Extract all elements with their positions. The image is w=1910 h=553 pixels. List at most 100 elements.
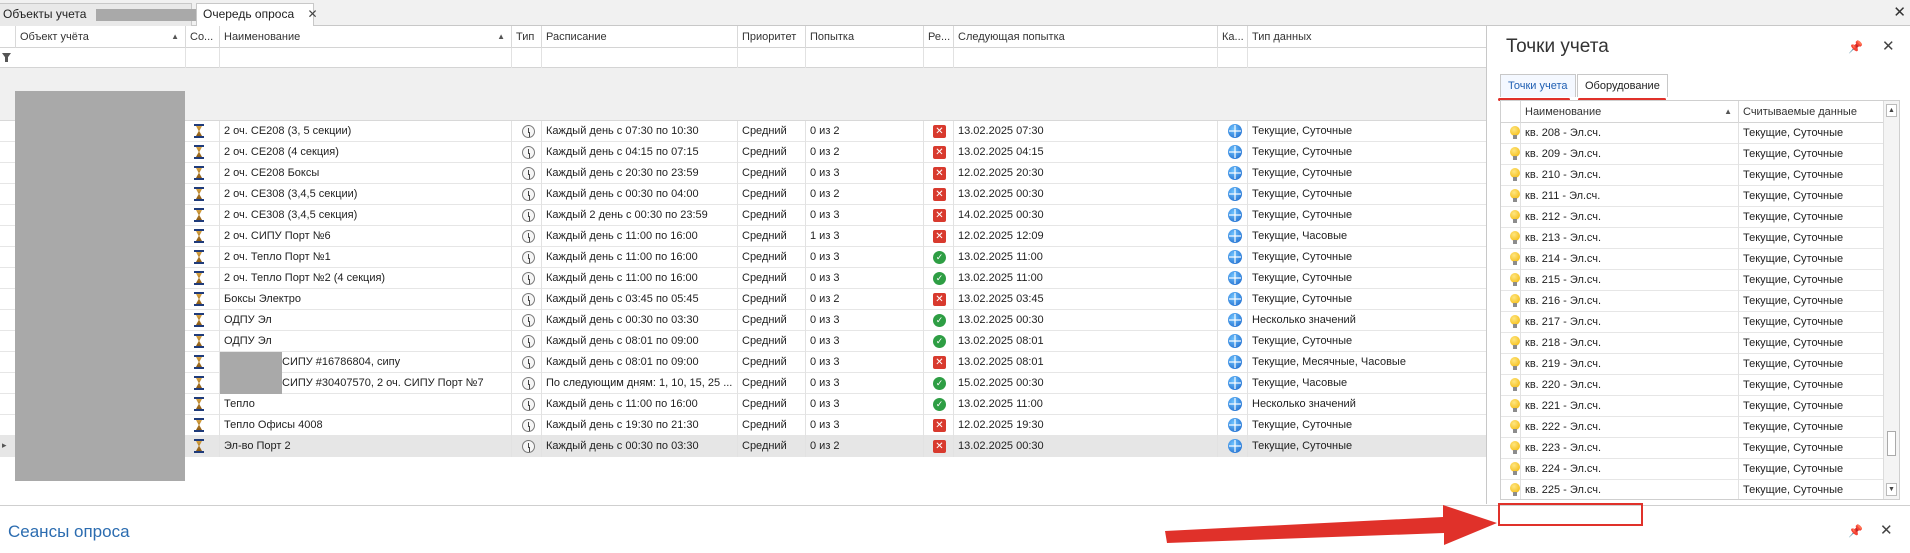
status-cell: [186, 394, 220, 415]
point-name: кв. 221 - Эл.сч.: [1521, 396, 1739, 417]
table-row[interactable]: ОДПУ Эл Каждый день с 00:30 по 03:30 Средн…: [0, 310, 1486, 331]
header-name[interactable]: Наименование ▲: [1521, 101, 1739, 123]
list-item[interactable]: кв. 215 - Эл.сч. Текущие, Суточные: [1501, 270, 1899, 291]
header-next-attempt[interactable]: Следующая попытка: [954, 26, 1218, 48]
filter-cell[interactable]: [16, 48, 186, 68]
table-row[interactable]: 2 оч. СЕ208 Боксы Каждый день с 20:30 по …: [0, 163, 1486, 184]
list-item[interactable]: кв. 218 - Эл.сч. Текущие, Суточные: [1501, 333, 1899, 354]
filter-cell[interactable]: [1218, 48, 1248, 68]
table-row[interactable]: 2 оч. СЕ208 (3, 5 секции) Каждый день с 0…: [0, 121, 1486, 142]
tab-poll-queue[interactable]: Очередь опроса ✕: [196, 3, 318, 27]
point-read-data: Текущие, Суточные: [1739, 417, 1885, 438]
name-cell: 2 оч. Тепло Порт №2 (4 секция): [220, 268, 512, 289]
globe-icon: [1228, 166, 1242, 180]
list-item[interactable]: кв. 220 - Эл.сч. Текущие, Суточные: [1501, 375, 1899, 396]
filter-cell[interactable]: [186, 48, 220, 68]
filter-cell[interactable]: [738, 48, 806, 68]
table-row[interactable]: 2 оч. СЕ308 (3,4,5 секция) Каждый 2 день …: [0, 205, 1486, 226]
filter-cell[interactable]: [924, 48, 954, 68]
filter-cell[interactable]: [954, 48, 1218, 68]
hourglass-icon: [194, 166, 204, 180]
point-name: кв. 218 - Эл.сч.: [1521, 333, 1739, 354]
scroll-up-icon[interactable]: ▲: [1886, 104, 1897, 117]
list-item[interactable]: кв. 214 - Эл.сч. Текущие, Суточные: [1501, 249, 1899, 270]
alarm-clock-icon: [522, 146, 535, 159]
scroll-down-icon[interactable]: ▼: [1886, 483, 1897, 496]
header-name[interactable]: Наименование ▲: [220, 26, 512, 48]
point-name: кв. 208 - Эл.сч.: [1521, 123, 1739, 144]
filter-cell[interactable]: [512, 48, 542, 68]
list-item[interactable]: кв. 221 - Эл.сч. Текущие, Суточные: [1501, 396, 1899, 417]
tab-equipment[interactable]: Оборудование: [1577, 74, 1668, 97]
tab-accounting-objects[interactable]: Объекты учета: [0, 3, 200, 26]
table-row[interactable]: 2 оч. СИПУ Порт №6 Каждый день с 11:00 по…: [0, 226, 1486, 247]
list-item[interactable]: кв. 224 - Эл.сч. Текущие, Суточные: [1501, 459, 1899, 480]
type-cell: [512, 436, 542, 457]
status-cell: [186, 163, 220, 184]
header-status[interactable]: Со...: [186, 26, 220, 48]
table-row[interactable]: 2 оч. СЕ208 (4 секция) Каждый день с 04:1…: [0, 142, 1486, 163]
result-cell: ✓: [924, 310, 954, 331]
header-result[interactable]: Ре...: [924, 26, 954, 48]
list-item[interactable]: кв. 212 - Эл.сч. Текущие, Суточные: [1501, 207, 1899, 228]
point-read-data: Текущие, Суточные: [1739, 354, 1885, 375]
table-row[interactable]: Тепло Каждый день с 11:00 по 16:00 Средний…: [0, 394, 1486, 415]
type-cell: [512, 163, 542, 184]
table-row[interactable]: 2 оч. Тепло Порт №2 (4 секция) Каждый ден…: [0, 268, 1486, 289]
annotation-arrow-icon: [1165, 505, 1497, 545]
close-icon[interactable]: ✕: [1880, 521, 1893, 539]
point-name: кв. 210 - Эл.сч.: [1521, 165, 1739, 186]
list-item[interactable]: кв. 209 - Эл.сч. Текущие, Суточные: [1501, 144, 1899, 165]
filter-icon[interactable]: [2, 53, 11, 62]
filter-cell[interactable]: [542, 48, 738, 68]
table-row[interactable]: 2 оч. Тепло Порт №1 Каждый день с 11:00 п…: [0, 247, 1486, 268]
list-item[interactable]: кв. 208 - Эл.сч. Текущие, Суточные: [1501, 123, 1899, 144]
filter-cell[interactable]: [220, 48, 512, 68]
list-item[interactable]: кв. 211 - Эл.сч. Текущие, Суточные: [1501, 186, 1899, 207]
pin-icon[interactable]: 📌: [1848, 40, 1863, 54]
filter-row[interactable]: [0, 48, 1486, 68]
list-item[interactable]: кв. 223 - Эл.сч. Текущие, Суточные: [1501, 438, 1899, 459]
pin-icon[interactable]: 📌: [1848, 524, 1863, 538]
header-channel[interactable]: Ка...: [1218, 26, 1248, 48]
vertical-scrollbar[interactable]: ▲ ▼: [1883, 101, 1899, 499]
table-row[interactable]: ОДПУ Эл Каждый день с 08:01 по 09:00 Средн…: [0, 331, 1486, 352]
header-priority[interactable]: Приоритет: [738, 26, 806, 48]
table-row[interactable]: ▸ Эл-во Порт 2 Каждый день с 00:30 по 03:3…: [0, 436, 1486, 457]
list-item[interactable]: кв. 216 - Эл.сч. Текущие, Суточные: [1501, 291, 1899, 312]
header-type[interactable]: Тип: [512, 26, 542, 48]
header-attempt[interactable]: Попытка: [806, 26, 924, 48]
tab-metering-points[interactable]: Точки учета: [1500, 74, 1576, 97]
table-row[interactable]: Тепло Офисы 4008 Каждый день с 19:30 по 2…: [0, 415, 1486, 436]
group-row[interactable]: [0, 68, 1486, 121]
close-icon[interactable]: ✕: [1882, 37, 1895, 55]
header-schedule[interactable]: Расписание: [542, 26, 738, 48]
scroll-thumb[interactable]: [1887, 431, 1896, 456]
point-name: кв. 212 - Эл.сч.: [1521, 207, 1739, 228]
next-attempt-cell: 13.02.2025 00:30: [954, 184, 1218, 205]
list-item[interactable]: кв. 217 - Эл.сч. Текущие, Суточные: [1501, 312, 1899, 333]
table-row[interactable]: 2 оч. СЕ308 (3,4,5 секции) Каждый день с …: [0, 184, 1486, 205]
close-icon[interactable]: ✕: [1893, 3, 1906, 21]
header-indicator: [0, 26, 16, 48]
list-item[interactable]: кв. 210 - Эл.сч. Текущие, Суточные: [1501, 165, 1899, 186]
table-row[interactable]: СИПУ #16786804, сипу Каждый день с 08:01 …: [0, 352, 1486, 373]
list-item[interactable]: кв. 222 - Эл.сч. Текущие, Суточные: [1501, 417, 1899, 438]
table-row[interactable]: СИПУ #30407570, 2 оч. СИПУ Порт №7 По сле…: [0, 373, 1486, 394]
error-icon: ✕: [933, 146, 946, 159]
next-attempt-cell: 13.02.2025 03:45: [954, 289, 1218, 310]
list-item[interactable]: кв. 213 - Эл.сч. Текущие, Суточные: [1501, 228, 1899, 249]
tab-close-icon[interactable]: ✕: [307, 4, 317, 25]
table-row[interactable]: Боксы Электро Каждый день с 03:45 по 05:4…: [0, 289, 1486, 310]
header-read-data[interactable]: Считываемые данные: [1739, 101, 1885, 123]
list-item[interactable]: кв. 225 - Эл.сч. Текущие, Суточные: [1501, 480, 1899, 499]
filter-cell[interactable]: [1248, 48, 1486, 68]
status-cell: [186, 226, 220, 247]
filter-cell[interactable]: [806, 48, 924, 68]
list-item[interactable]: кв. 219 - Эл.сч. Текущие, Суточные: [1501, 354, 1899, 375]
header-data-type[interactable]: Тип данных: [1248, 26, 1486, 48]
grid-header: Наименование ▲ Считываемые данные: [1501, 101, 1899, 123]
header-accounting-object[interactable]: Объект учёта ▲: [16, 26, 186, 48]
check-icon: ✓: [933, 251, 946, 264]
type-cell: [512, 205, 542, 226]
